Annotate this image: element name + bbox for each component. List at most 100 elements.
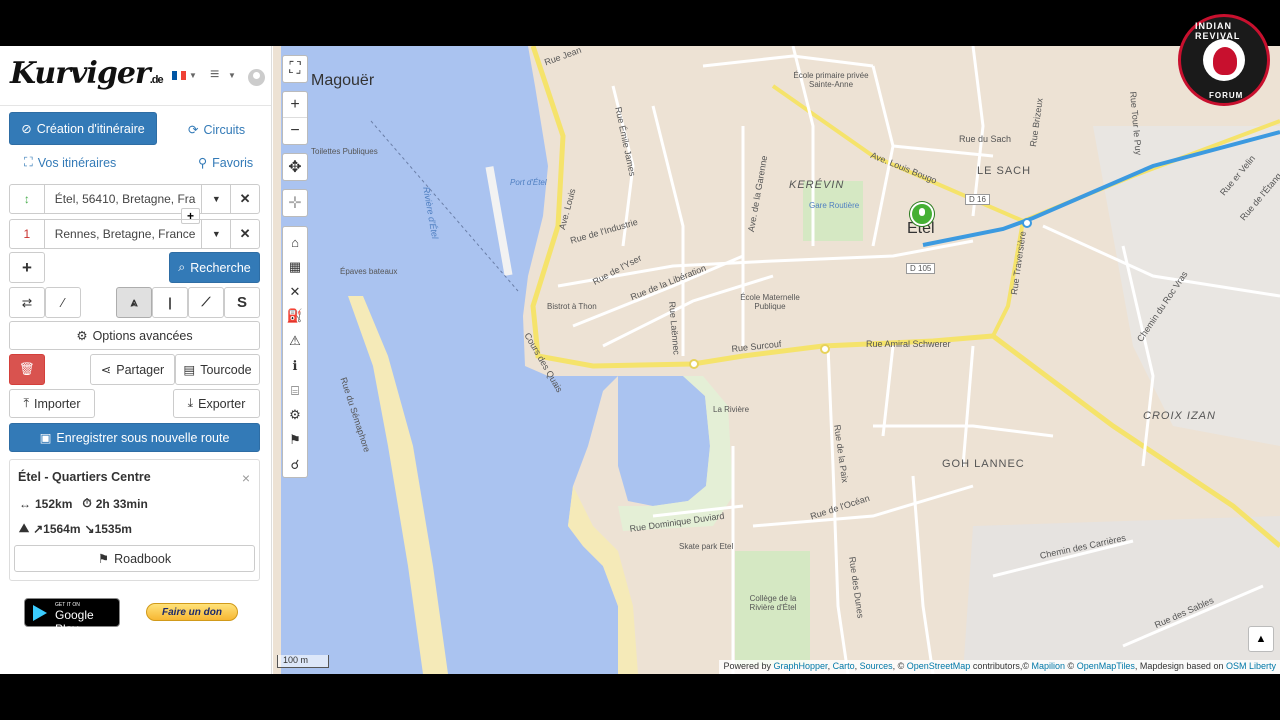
trash-icon: 🗑 [19, 362, 35, 376]
fullscreen-control: ⛶ [282, 55, 308, 83]
map-label-port: Port d'Étel [510, 178, 547, 187]
map-label-d16: D 16 [965, 194, 990, 205]
gear-icon: ⚙ [76, 329, 88, 343]
graphhopper-link[interactable]: GraphHopper [774, 661, 828, 671]
waypoint-end-input[interactable]: Rennes, Bretagne, France [45, 220, 202, 248]
create-route-tab[interactable]: ⊘ Création d'itinéraire [9, 112, 157, 145]
map-label-d105: D 105 [906, 263, 936, 274]
fuel-icon[interactable]: ⛽ [287, 304, 303, 329]
route-type-curvy-button[interactable]: ⩓ [116, 287, 152, 318]
binoculars-icon[interactable]: ☌ [291, 452, 300, 477]
start-marker-icon[interactable] [910, 202, 934, 226]
share-icon: ⋖ [100, 363, 112, 377]
google-play-badge[interactable]: GET IT ON Google Play [24, 598, 120, 636]
museum-icon[interactable]: ⌸ [291, 378, 299, 403]
zoom-control: + − [282, 91, 308, 145]
magic-wand-icon: ⁄ [61, 295, 65, 310]
route-type-fast-button[interactable]: | [152, 287, 188, 318]
map-label-le-sach: LE SACH [977, 165, 1032, 177]
chief-head-icon [1213, 47, 1237, 75]
share-button[interactable]: ⋖ Partager [90, 354, 175, 385]
osm-link[interactable]: OpenStreetMap [907, 661, 971, 671]
waypoint-end-remove-icon[interactable]: ✕ [230, 220, 259, 248]
mapilion-link[interactable]: Mapilion [1032, 661, 1066, 671]
waypoint-start-dropdown-icon[interactable]: ▼ [201, 185, 230, 213]
my-routes-link[interactable]: ⛶ Vos itinéraires [24, 155, 116, 170]
app-frame: Kurviger.de ▼ ≡ ▼ ⊘ Création d'itinéraire… [0, 46, 1280, 674]
map-attribution: Powered by GraphHopper, Carto, Sources, … [719, 660, 1280, 674]
map-label-college: Collège de la Rivière d'Étel [749, 594, 797, 612]
plus-icon: + [22, 257, 32, 277]
waypoint-start-input[interactable]: Étel, 56410, Bretagne, Fra [45, 185, 202, 213]
elevation-toggle-icon[interactable]: ▲ [1248, 626, 1274, 652]
waypoint-end-marker[interactable]: 1 [10, 220, 45, 248]
carto-link[interactable]: Carto [833, 661, 855, 671]
crosshair-icon[interactable]: ✥ [283, 154, 307, 180]
info-icon[interactable]: ℹ [293, 354, 298, 379]
circuits-tab[interactable]: ⟳ Circuits [188, 122, 245, 138]
map-label-toilettes: Toilettes Publiques [311, 147, 378, 156]
signpost-icon: ⚑ [97, 552, 110, 566]
clock-icon: ⏱ [82, 496, 92, 510]
locate-control: ✥ [282, 153, 308, 181]
google-play-icon [33, 605, 47, 621]
save-icon: ▣ [39, 431, 52, 445]
delete-route-button[interactable]: 🗑 [9, 354, 45, 385]
route-title: Étel - Quartiers Centre [18, 470, 151, 484]
reverse-route-button[interactable]: ⇄ [9, 287, 45, 318]
favorites-link[interactable]: ⚲ Favoris [198, 155, 253, 171]
move-icon[interactable]: ✛ [283, 190, 307, 216]
menu-icon[interactable]: ≡ [210, 66, 219, 84]
loop-icon: ⟳ [188, 123, 199, 137]
map-label-magouer: Magouër [311, 72, 375, 89]
map-scale: 100 m [277, 655, 329, 668]
menu-caret-icon[interactable]: ▼ [228, 71, 236, 80]
map[interactable]: Magouër Toilettes Publiques Rivière d'Ét… [273, 46, 1280, 674]
sources-link[interactable]: Sources [860, 661, 893, 671]
zoom-out-button[interactable]: − [283, 118, 307, 144]
map-label-gare: Gare Routière [809, 201, 860, 210]
roadbook-button[interactable]: ⚑ Roadbook [14, 545, 255, 572]
map-canvas [273, 46, 1280, 674]
route-type-extra-curvy-button[interactable]: S [224, 287, 260, 318]
flag-icon[interactable]: ⚑ [289, 428, 301, 453]
donate-button[interactable]: Faire un don [146, 603, 238, 621]
save-new-route-button[interactable]: ▣ Enregistrer sous nouvelle route [9, 423, 260, 452]
map-label-rue-sach: Rue du Sach [959, 134, 1012, 144]
route-distance: ↔ 152km ⏱ 2h 33min [19, 496, 148, 511]
export-button[interactable]: ⤓ Exporter [173, 389, 260, 418]
waypoint-start-marker[interactable]: ↕ [10, 185, 45, 213]
straight-road-icon: | [168, 295, 172, 310]
close-icon[interactable]: × [242, 470, 250, 486]
book-icon: ▤ [183, 363, 196, 377]
road-warning-icon[interactable]: ⚠ [289, 329, 301, 354]
diagonal-road-icon: ⟋ [201, 295, 211, 309]
route-type-short-button[interactable]: ⟋ [188, 287, 224, 318]
advanced-options-button[interactable]: ⚙ Options avancées [9, 321, 260, 350]
optimize-route-button[interactable]: ⁄ [45, 287, 81, 318]
settings-icon[interactable]: ⚙ [289, 403, 301, 428]
osm-liberty-link[interactable]: OSM Liberty [1226, 661, 1276, 671]
import-button[interactable]: ⤒ Importer [9, 389, 95, 418]
expand-icon[interactable]: ✕ [290, 279, 301, 304]
openmaptiles-link[interactable]: OpenMapTiles [1077, 661, 1135, 671]
language-caret-icon[interactable]: ▼ [189, 71, 197, 80]
swap-icon: ⇄ [21, 296, 33, 310]
add-waypoint-button[interactable]: + [9, 252, 45, 283]
tourcode-button[interactable]: ▤ Tourcode [175, 354, 260, 385]
language-flag-icon[interactable] [172, 71, 187, 80]
search-button[interactable]: ⌕ Recherche [169, 252, 260, 283]
waypoint-end-dropdown-icon[interactable]: ▼ [201, 220, 230, 248]
zoom-in-button[interactable]: + [283, 92, 307, 118]
logo[interactable]: Kurviger.de [10, 56, 164, 91]
upload-icon: ⤒ [23, 396, 29, 410]
binoculars-icon: ⛶ [24, 155, 33, 169]
home-icon[interactable]: ⌂ [291, 230, 299, 255]
waypoint-start-remove-icon[interactable]: ✕ [230, 185, 259, 213]
route-summary-panel: Étel - Quartiers Centre × ↔ 152km ⏱ 2h 33m… [9, 459, 260, 581]
map-icon[interactable]: ▦ [289, 255, 301, 280]
user-avatar-icon[interactable] [248, 69, 265, 86]
top-bar: Kurviger.de ▼ ≡ ▼ [0, 46, 271, 106]
compass-icon: ⊘ [21, 122, 32, 136]
fullscreen-icon[interactable]: ⛶ [283, 56, 307, 82]
